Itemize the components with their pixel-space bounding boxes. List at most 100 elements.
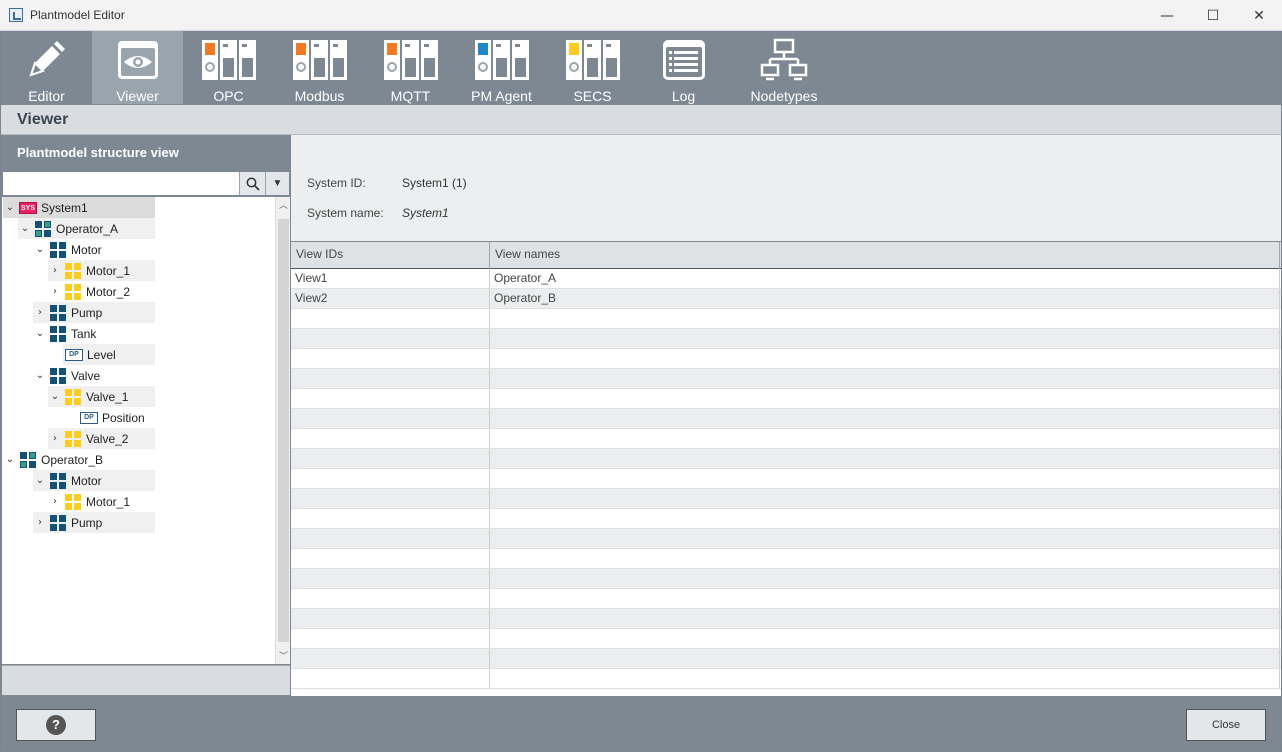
table-row-empty [291,549,1281,569]
close-window-button[interactable]: ✕ [1236,0,1282,31]
tree-node[interactable]: ⌄ Valve_1 [48,386,155,407]
toolbar-viewer-button[interactable]: Viewer [92,31,183,104]
toolbar-nodetypes-button[interactable]: Nodetypes [729,31,839,104]
app-icon [9,8,23,22]
tree-node[interactable]: ⌄ Valve [33,365,155,386]
toolbar-label: Editor [28,88,65,104]
chevron-down-icon[interactable]: ⌄ [3,201,17,215]
chevron-right-icon[interactable]: › [48,432,62,446]
system-name-row: System name: System1 [307,206,449,220]
tree-node[interactable]: › Motor_2 [48,281,155,302]
tree-node-label: Operator_B [41,452,104,467]
chevron-down-icon[interactable]: ⌄ [33,369,47,383]
maximize-button[interactable]: ☐ [1190,0,1236,31]
column-header-view-names[interactable]: View names [490,242,1280,269]
toolbar-pm-agent-button[interactable]: PM Agent [456,31,547,104]
question-mark-icon: ? [46,715,66,735]
system-icon: SYS [19,200,37,216]
system-id-value: System1 (1) [402,176,467,190]
scroll-down-icon[interactable]: ﹀ [276,648,290,664]
toolbar-label: SECS [573,88,612,104]
chevron-right-icon[interactable]: › [48,264,62,278]
bottom-bar: ? Close [1,696,1281,751]
eye-icon [110,36,166,83]
tree-node[interactable]: › Valve_2 [48,428,155,449]
table-row-empty [291,469,1281,489]
toolbar-log-button[interactable]: Log [638,31,729,104]
node-instance-icon [64,262,82,279]
tree-node[interactable]: ⌄ Operator_A [18,218,155,239]
tree-node[interactable]: ⌄ Motor [33,239,155,260]
tree-node-label: Motor_1 [86,263,131,278]
tree-node[interactable]: DP Position [78,407,155,428]
table-cell: Operator_B [490,289,1280,308]
chevron-down-icon[interactable]: ⌄ [18,222,32,236]
tree-node[interactable]: ⌄ SYS System1 [3,197,155,218]
filter-dropdown-button[interactable]: ▼ [265,172,289,195]
chevron-right-icon[interactable]: › [48,285,62,299]
node-type-icon [49,241,67,258]
modbus-module-icon [292,36,348,83]
minimize-button[interactable]: — [1144,0,1190,31]
table-row-empty [291,669,1281,689]
chevron-down-icon[interactable]: ⌄ [48,390,62,404]
toolbar-editor-button[interactable]: Editor [1,31,92,104]
tree-node-label: Position [102,410,145,425]
node-type-icon [49,367,67,384]
tree-node-label: Pump [71,305,103,320]
chevron-down-icon[interactable]: ⌄ [33,327,47,341]
toolbar-opc-button[interactable]: OPC [183,31,274,104]
toolbar-mqtt-button[interactable]: MQTT [365,31,456,104]
table-row-empty [291,349,1281,369]
chevron-right-icon[interactable]: › [33,306,47,320]
table-row-empty [291,409,1281,429]
chevron-right-icon[interactable]: › [48,495,62,509]
toolbar-modbus-button[interactable]: Modbus [274,31,365,104]
scroll-up-icon[interactable]: ︿ [276,197,290,213]
chevron-down-icon[interactable]: ⌄ [3,453,17,467]
search-input[interactable] [3,172,239,195]
chevron-down-icon[interactable]: ⌄ [33,474,47,488]
table-row-empty [291,609,1281,629]
table-row-empty [291,429,1281,449]
chevron-down-icon[interactable]: ⌄ [33,243,47,257]
triangle-down-icon: ▼ [272,178,283,189]
left-panel-footer [2,665,290,695]
log-list-icon [656,36,712,83]
table-row-empty [291,489,1281,509]
table-cell: View2 [291,289,490,308]
tree-node-label: Motor_1 [86,494,131,509]
tree-node[interactable]: DP Level [63,344,155,365]
tree-node[interactable]: › Pump [33,512,155,533]
tree-node-label: Valve_1 [86,389,129,404]
tree-node[interactable]: ⌄ Tank [33,323,155,344]
tree-node[interactable]: › Motor_1 [48,491,155,512]
close-button[interactable]: Close [1186,709,1266,741]
table-row[interactable]: View1 Operator_A [291,269,1281,289]
operator-view-icon [19,451,37,468]
column-header-view-ids[interactable]: View IDs [291,242,490,269]
system-name-label: System name: [307,206,384,220]
panel-header: Plantmodel structure view [17,145,179,160]
section-title: Viewer [1,105,1281,135]
search-button[interactable] [239,172,265,195]
tree-node[interactable]: ⌄ Motor [33,470,155,491]
toolbar-label: Nodetypes [750,88,818,104]
toolbar-secs-button[interactable]: SECS [547,31,638,104]
tree-node[interactable]: ⌄ Operator_B [3,449,155,470]
tree-node-label: Motor [71,473,102,488]
tree-scrollbar[interactable]: ︿ ﹀ [275,197,290,664]
help-button[interactable]: ? [16,709,96,741]
node-type-icon [49,472,67,489]
table-row[interactable]: View2 Operator_B [291,289,1281,309]
node-instance-icon [64,388,82,405]
table-row-empty [291,569,1281,589]
structure-tree[interactable]: ⌄ SYS System1 ⌄ Operator_A ⌄ Motor › Mot… [2,197,290,664]
table-row-empty [291,389,1281,409]
tree-node[interactable]: › Motor_1 [48,260,155,281]
table-header: View IDs View names [291,242,1281,269]
chevron-right-icon[interactable]: › [33,516,47,530]
window-titlebar: Plantmodel Editor — ☐ ✕ [0,0,1282,31]
tree-node[interactable]: › Pump [33,302,155,323]
scrollbar-thumb[interactable] [278,219,289,642]
